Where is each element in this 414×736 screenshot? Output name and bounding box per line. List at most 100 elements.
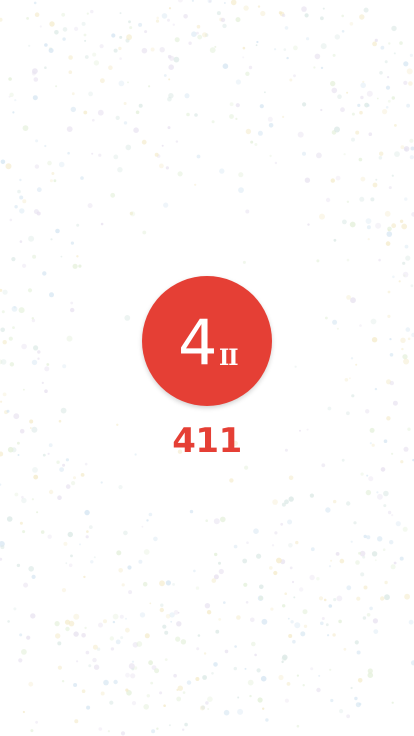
background-dot: [180, 639, 187, 645]
background-dot: [409, 155, 414, 160]
background-dot: [60, 407, 67, 414]
background-dot: [351, 137, 355, 142]
background-dot: [19, 521, 23, 525]
background-dot: [83, 33, 87, 37]
background-dot: [392, 275, 395, 279]
background-dot: [242, 558, 248, 564]
background-dot: [92, 52, 97, 57]
background-dot: [292, 639, 296, 644]
background-dot: [26, 17, 29, 20]
background-dot: [37, 357, 40, 360]
background-dot: [103, 619, 107, 624]
background-dot: [163, 202, 169, 208]
background-dot: [302, 102, 307, 107]
background-dot: [159, 607, 164, 613]
background-dot: [65, 484, 71, 489]
background-dot: [362, 616, 367, 620]
background-dot: [144, 30, 148, 34]
background-dot: [182, 728, 185, 731]
background-dot: [242, 56, 245, 59]
background-dot: [258, 595, 264, 601]
background-dot: [164, 630, 169, 635]
background-dot: [117, 167, 123, 173]
background-dot: [98, 153, 102, 157]
background-dot: [391, 96, 395, 100]
background-dot: [85, 535, 89, 539]
background-dot: [360, 95, 364, 100]
background-dot: [168, 724, 171, 727]
background-dot: [229, 102, 234, 107]
background-dot: [220, 516, 226, 523]
background-dot: [28, 681, 34, 687]
background-dot: [402, 526, 408, 532]
background-dot: [238, 187, 244, 194]
background-dot: [388, 42, 391, 45]
background-dot: [359, 324, 362, 327]
background-dot: [371, 337, 378, 343]
background-dot: [73, 631, 79, 637]
background-dot: [281, 656, 287, 662]
background-dot: [376, 97, 379, 100]
background-dot: [376, 491, 379, 494]
background-dot: [316, 259, 320, 263]
background-dot: [57, 641, 62, 646]
background-dot: [372, 41, 377, 47]
background-dot: [344, 378, 349, 382]
background-dot: [113, 679, 118, 685]
background-dot: [388, 186, 392, 190]
background-dot: [274, 531, 278, 535]
background-dot: [273, 570, 278, 576]
background-dot: [355, 560, 360, 565]
background-dot: [112, 620, 116, 624]
background-dot: [31, 498, 34, 501]
background-dot: [278, 674, 284, 681]
background-dot: [123, 530, 128, 536]
background-dot: [184, 93, 190, 99]
background-dot: [283, 48, 287, 51]
background-dot: [349, 22, 354, 26]
background-dot: [91, 152, 94, 155]
background-dot: [21, 343, 27, 350]
background-dot: [245, 128, 252, 135]
background-dot: [264, 91, 266, 94]
background-dot: [269, 154, 272, 158]
background-dot: [223, 709, 230, 716]
background-dot: [68, 563, 73, 568]
background-dot: [322, 7, 325, 10]
background-dot: [131, 660, 135, 663]
background-dot: [284, 26, 289, 30]
background-dot: [121, 583, 125, 587]
background-dot: [404, 197, 408, 201]
background-dot: [281, 502, 286, 507]
background-dot: [119, 35, 123, 39]
background-dot: [142, 230, 147, 235]
background-dot: [110, 647, 115, 651]
background-dot: [88, 525, 93, 529]
background-dot: [131, 701, 137, 706]
background-dot: [40, 530, 45, 534]
background-dot: [289, 566, 293, 570]
background-dot: [391, 174, 394, 177]
background-dot: [255, 44, 258, 47]
background-dot: [0, 483, 2, 486]
background-dot: [359, 14, 365, 20]
background-dot: [143, 704, 149, 710]
background-dot: [86, 530, 89, 533]
background-dot: [256, 553, 262, 559]
background-dot: [254, 653, 257, 657]
background-dot: [390, 564, 396, 570]
background-dot: [68, 620, 75, 627]
background-dot: [196, 24, 201, 29]
background-dot: [160, 603, 164, 607]
background-dot: [293, 45, 298, 51]
background-dot: [403, 274, 406, 277]
background-dot: [22, 199, 27, 204]
background-dot: [27, 288, 33, 293]
background-dot: [408, 81, 413, 86]
background-dot: [196, 647, 200, 651]
background-dot: [55, 228, 60, 234]
background-dot: [54, 621, 60, 627]
background-dot: [31, 317, 34, 320]
background-dot: [197, 34, 203, 40]
background-dot: [98, 622, 103, 628]
